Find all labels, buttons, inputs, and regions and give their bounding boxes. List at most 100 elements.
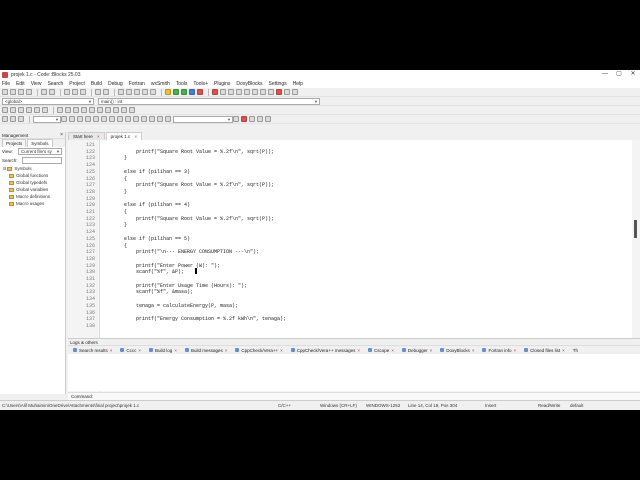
tab-search-results[interactable]: Search results ×	[70, 348, 115, 353]
code-line[interactable]: }	[112, 189, 127, 196]
find-icon[interactable]	[95, 89, 101, 95]
tree-item-global-typedefs[interactable]: Global typedefs	[9, 179, 65, 186]
menu-search[interactable]: Search	[47, 81, 63, 87]
replace-icon[interactable]	[103, 89, 109, 95]
run-icon[interactable]	[173, 89, 179, 95]
close-icon[interactable]: ×	[134, 134, 137, 139]
menu-tools-plus[interactable]: Tools+	[193, 81, 208, 87]
zoom-icon[interactable]	[129, 107, 135, 113]
close-icon[interactable]: ×	[391, 348, 394, 353]
match-case-icon[interactable]	[93, 116, 99, 122]
doc-icon[interactable]	[2, 116, 8, 122]
code-line[interactable]: scanf("%f", &P);	[112, 269, 184, 276]
tab-projek-1c[interactable]: projek 1.c ×	[105, 132, 143, 140]
nav-next-icon[interactable]	[157, 116, 163, 122]
search-next-icon[interactable]	[77, 116, 83, 122]
clear-search-icon[interactable]	[125, 116, 131, 122]
code-line[interactable]: {	[112, 176, 127, 183]
menu-help[interactable]: Help	[293, 81, 303, 87]
menu-debug[interactable]: Debug	[108, 81, 123, 87]
expand-icon[interactable]: ⊟	[3, 166, 6, 171]
show-eol-icon[interactable]	[105, 107, 111, 113]
code-line[interactable]: else if (pilihan == 4)	[112, 202, 190, 209]
code-line[interactable]: printf("Square Root Value = %.2f\n", sqr…	[112, 216, 274, 223]
tree-root[interactable]: ⊟ Symbols	[3, 165, 65, 172]
match-brace-icon[interactable]	[73, 107, 79, 113]
open-file-icon[interactable]	[10, 89, 16, 95]
debug-windows-icon[interactable]	[284, 89, 290, 95]
debug-icon[interactable]	[212, 89, 218, 95]
function-combo[interactable]: main() : int ▼	[98, 97, 320, 105]
build-run-icon[interactable]	[181, 89, 187, 95]
jump-forward-icon[interactable]	[10, 107, 16, 113]
search-prev-icon[interactable]	[69, 116, 75, 122]
debug-info-icon[interactable]	[292, 89, 298, 95]
stop-debugger-icon[interactable]	[276, 89, 282, 95]
scrollbar-thumb[interactable]	[634, 220, 637, 238]
code-line[interactable]: printf("Enter Power (W): ");	[112, 263, 220, 270]
flag-clear-icon[interactable]	[265, 116, 271, 122]
incremental-search-input[interactable]: ▼	[33, 115, 61, 123]
tab-start-here[interactable]: Start here ×	[68, 132, 105, 140]
code-line[interactable]: tenaga = calculateEnergy(P, masa);	[112, 303, 238, 310]
uppercase-icon[interactable]	[34, 107, 40, 113]
next-instruction-icon[interactable]	[252, 89, 258, 95]
cut-icon[interactable]	[64, 89, 70, 95]
menu-build[interactable]: Build	[91, 81, 102, 87]
close-icon[interactable]: ×	[174, 348, 177, 353]
unfold-icon[interactable]	[97, 107, 103, 113]
tab-symbols[interactable]: Symbols	[27, 139, 53, 147]
maximize-button[interactable]: ▢	[612, 70, 626, 79]
bookmark-icon[interactable]	[118, 89, 124, 95]
abort-icon[interactable]	[197, 89, 203, 95]
menu-doxyblocks[interactable]: DoxyBlocks	[236, 81, 262, 87]
tab-cccc[interactable]: Cccc ×	[117, 348, 144, 353]
bookmark-prev-icon[interactable]	[126, 89, 132, 95]
flag-icon[interactable]	[241, 116, 247, 122]
stream-comment-icon[interactable]	[26, 107, 32, 113]
minimize-button[interactable]: —	[598, 70, 612, 79]
replace-input[interactable]: ▼	[173, 115, 233, 123]
flag-prev-icon[interactable]	[249, 116, 255, 122]
tab-fortran-info[interactable]: Fortran info ×	[479, 348, 519, 353]
highlight-icon[interactable]	[81, 107, 87, 113]
show-whitespace-icon[interactable]	[113, 107, 119, 113]
abbrev-icon[interactable]	[150, 89, 156, 95]
word-wrap-icon[interactable]	[121, 107, 127, 113]
nav-last-icon[interactable]	[165, 116, 171, 122]
menu-view[interactable]: View	[31, 81, 42, 87]
code-line[interactable]: printf("Enter Usage Time (Hours): ");	[112, 283, 247, 290]
step-out-icon[interactable]	[244, 89, 250, 95]
close-button[interactable]: ✕	[626, 70, 640, 79]
bookmark-clear-icon[interactable]	[142, 89, 148, 95]
tab-build-log[interactable]: Build log ×	[146, 348, 180, 353]
flag-next-icon[interactable]	[257, 116, 263, 122]
tree-item-global-functions[interactable]: Global functions	[9, 172, 65, 179]
paste-icon[interactable]	[80, 89, 86, 95]
code-line[interactable]: printf("Energy Consumption = %.2f kWh\n"…	[112, 316, 286, 323]
menu-plugins[interactable]: Plugins	[214, 81, 230, 87]
symbol-search-input[interactable]	[22, 157, 62, 164]
whole-word-icon[interactable]	[109, 116, 115, 122]
selection-only-icon[interactable]	[117, 116, 123, 122]
goto-icon[interactable]	[133, 116, 139, 122]
close-icon[interactable]: ×	[110, 348, 113, 353]
command-bar[interactable]: Command:	[68, 392, 640, 400]
code-line[interactable]: printf("Square Root Value = %.2f\n", sqr…	[112, 149, 274, 156]
tab-cppcheck[interactable]: CppCheck/Vera++ ×	[232, 348, 285, 353]
close-icon[interactable]: ×	[472, 348, 475, 353]
save-icon[interactable]	[18, 89, 24, 95]
toggle-comment-icon[interactable]	[18, 107, 24, 113]
tree-item-global-variables[interactable]: Global variables	[9, 186, 65, 193]
save-all-icon[interactable]	[26, 89, 32, 95]
rebuild-icon[interactable]	[189, 89, 195, 95]
step-into-instruction-icon[interactable]	[260, 89, 266, 95]
code-line[interactable]: scanf("%f", &masa);	[112, 289, 193, 296]
nav-prev-icon[interactable]	[149, 116, 155, 122]
close-icon[interactable]: ×	[357, 348, 360, 353]
scope-combo[interactable]: <global> ▼	[2, 97, 94, 105]
close-icon[interactable]: ×	[562, 348, 565, 353]
close-icon[interactable]: ×	[97, 134, 100, 139]
nav-first-icon[interactable]	[141, 116, 147, 122]
menu-wxsmith[interactable]: wxSmith	[151, 81, 170, 87]
